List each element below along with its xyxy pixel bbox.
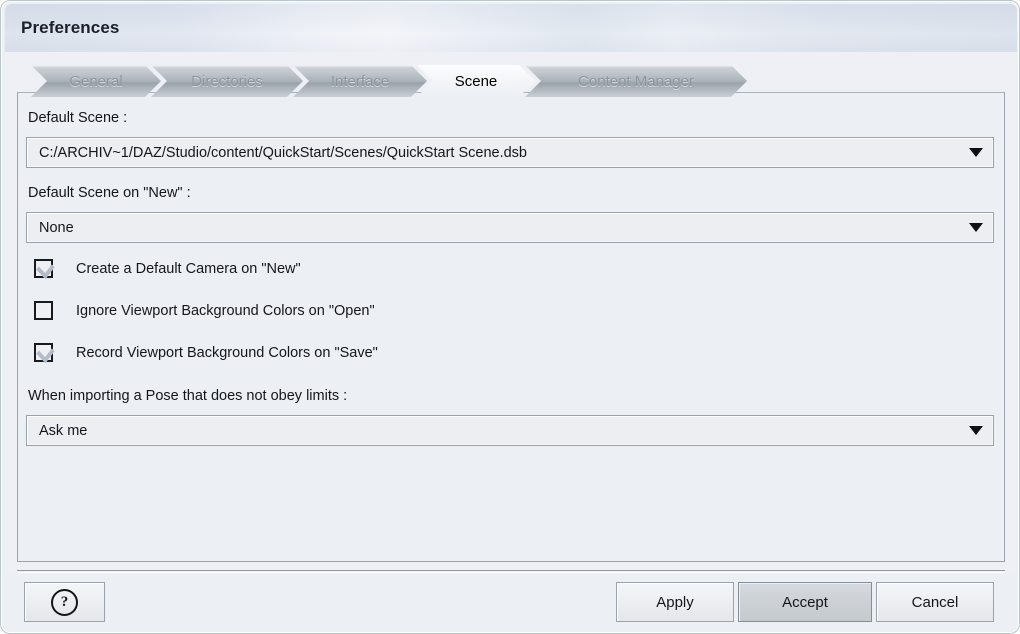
checkbox-label: Create a Default Camera on "New" — [76, 260, 301, 277]
preferences-window: Preferences General Directories Interfac… — [0, 0, 1020, 634]
tab-directories[interactable]: Directories — [151, 65, 303, 97]
footer-separator-highlight — [17, 572, 1005, 573]
chevron-down-icon[interactable] — [959, 223, 993, 232]
apply-button-label: Apply — [656, 593, 694, 611]
checkbox-label: Record Viewport Background Colors on "Sa… — [76, 344, 378, 361]
tab-interface[interactable]: Interface — [293, 65, 427, 97]
question-mark-circle-icon: ? — [51, 588, 78, 616]
tab-shape — [31, 65, 161, 97]
window-inner: Preferences General Directories Interfac… — [5, 4, 1017, 632]
cancel-button[interactable]: Cancel — [876, 582, 994, 622]
tab-shape — [525, 65, 747, 97]
footer-separator — [17, 570, 1005, 571]
default-scene-value: C:/ARCHIV~1/DAZ/Studio/content/QuickStar… — [39, 144, 527, 161]
chevron-down-icon[interactable] — [959, 148, 993, 157]
check-icon — [36, 341, 55, 364]
tab-bar: General Directories Interface Scene Cont… — [5, 52, 1017, 97]
cancel-button-label: Cancel — [911, 593, 959, 611]
accept-button-label: Accept — [782, 593, 828, 611]
checkbox-label: Ignore Viewport Background Colors on "Op… — [76, 302, 375, 319]
default-scene-combobox[interactable]: C:/ARCHIV~1/DAZ/Studio/content/QuickStar… — [26, 137, 994, 168]
apply-button[interactable]: Apply — [616, 582, 734, 622]
check-icon — [36, 257, 55, 280]
tab-content-manager[interactable]: Content Manager — [525, 65, 747, 97]
pose-limits-value: Ask me — [39, 422, 88, 439]
checkbox-box[interactable] — [34, 301, 53, 320]
tab-shape — [151, 65, 303, 97]
default-scene-label: Default Scene : — [28, 110, 128, 126]
help-button[interactable]: ? — [24, 582, 105, 622]
pose-limits-combobox[interactable]: Ask me — [26, 415, 994, 446]
chevron-down-icon[interactable] — [959, 426, 993, 435]
window-title: Preferences — [21, 18, 120, 37]
default-scene-on-new-label: Default Scene on "New" : — [28, 185, 191, 201]
tab-general[interactable]: General — [31, 65, 161, 97]
tab-shape — [293, 65, 427, 97]
pose-limits-label: When importing a Pose that does not obey… — [28, 388, 348, 404]
checkbox-box[interactable] — [34, 257, 55, 280]
checkbox-ignore-viewport-bg-open[interactable]: Ignore Viewport Background Colors on "Op… — [34, 301, 375, 320]
checkbox-create-default-camera[interactable]: Create a Default Camera on "New" — [34, 257, 301, 280]
default-scene-on-new-combobox[interactable]: None — [26, 212, 994, 243]
default-scene-on-new-value: None — [39, 219, 74, 236]
checkbox-record-viewport-bg-save[interactable]: Record Viewport Background Colors on "Sa… — [34, 341, 378, 364]
scene-settings-panel: Default Scene : C:/ARCHIV~1/DAZ/Studio/c… — [17, 92, 1005, 562]
accept-button[interactable]: Accept — [738, 582, 872, 622]
title-bar: Preferences — [5, 4, 1017, 52]
checkbox-box[interactable] — [34, 341, 55, 364]
tab-shape — [417, 65, 535, 97]
dialog-button-bar: ? Apply Accept Cancel — [5, 574, 1017, 632]
tab-scene[interactable]: Scene — [417, 65, 535, 97]
